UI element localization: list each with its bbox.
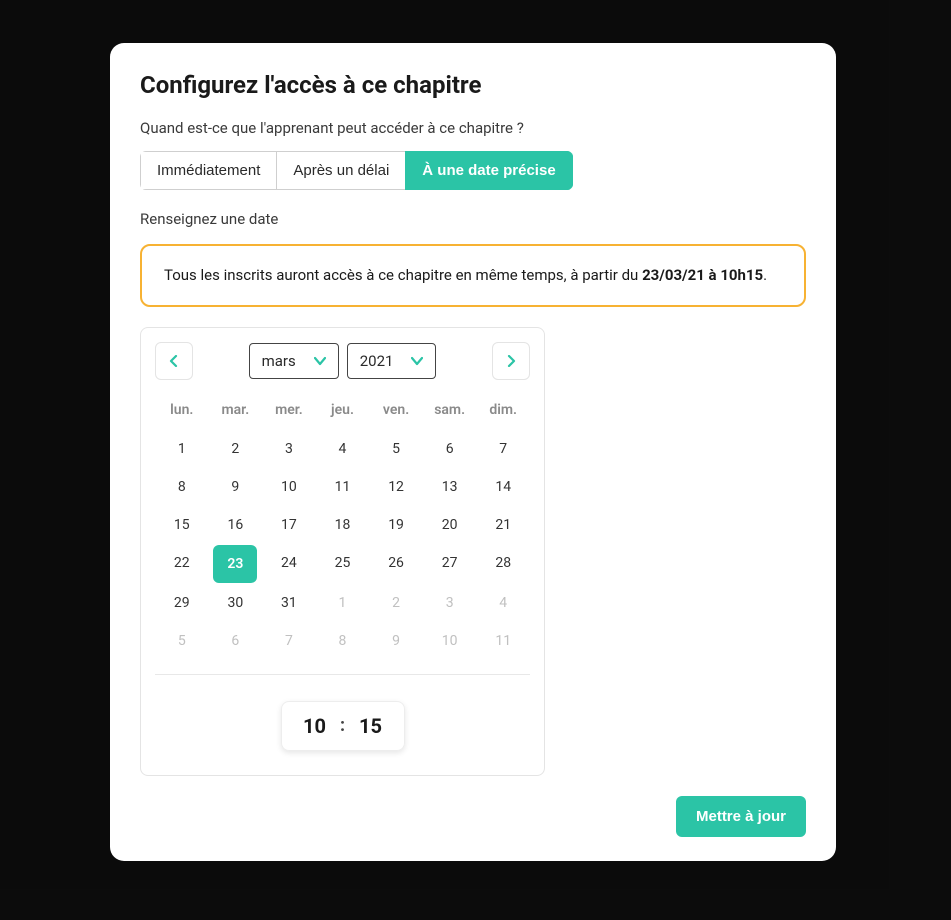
day-cell[interactable]: 10 bbox=[269, 469, 309, 505]
day-cell[interactable]: 15 bbox=[162, 507, 202, 543]
year-select[interactable]: 2021 bbox=[347, 343, 437, 379]
day-cell[interactable]: 23 bbox=[213, 545, 257, 583]
option-exact-date[interactable]: À une date précise bbox=[405, 151, 572, 190]
day-cell[interactable]: 31 bbox=[269, 585, 309, 621]
weekday-label: ven. bbox=[369, 402, 423, 418]
date-picker: mars 2021 lun. mar. mer. jeu. ven. sam. … bbox=[140, 327, 545, 776]
hour-value[interactable]: 10 bbox=[303, 714, 326, 738]
day-cell[interactable]: 27 bbox=[430, 545, 470, 581]
day-cell[interactable]: 9 bbox=[215, 469, 255, 505]
day-cell[interactable]: 6 bbox=[430, 431, 470, 467]
modal-title: Configurez l'accès à ce chapitre bbox=[140, 71, 806, 99]
day-cell[interactable]: 11 bbox=[322, 469, 362, 505]
prev-month-button[interactable] bbox=[155, 342, 193, 380]
day-cell[interactable]: 22 bbox=[162, 545, 202, 581]
option-after-delay[interactable]: Après un délai bbox=[276, 151, 406, 190]
chevron-left-icon bbox=[168, 355, 180, 367]
day-cell[interactable]: 12 bbox=[376, 469, 416, 505]
weekday-label: lun. bbox=[155, 402, 209, 418]
modal-question: Quand est-ce que l'apprenant peut accéde… bbox=[140, 119, 806, 137]
modal-actions: Mettre à jour bbox=[140, 796, 806, 837]
access-mode-segmented: Immédiatement Après un délai À une date … bbox=[140, 151, 573, 190]
day-cell[interactable]: 30 bbox=[215, 585, 255, 621]
weekday-header: lun. mar. mer. jeu. ven. sam. dim. bbox=[155, 402, 530, 418]
day-cell[interactable]: 1 bbox=[162, 431, 202, 467]
day-cell[interactable]: 13 bbox=[430, 469, 470, 505]
update-button[interactable]: Mettre à jour bbox=[676, 796, 806, 837]
option-immediate[interactable]: Immédiatement bbox=[140, 151, 277, 190]
day-cell[interactable]: 25 bbox=[322, 545, 362, 581]
day-cell[interactable]: 20 bbox=[430, 507, 470, 543]
date-subtitle: Renseignez une date bbox=[140, 210, 806, 228]
weekday-label: mer. bbox=[262, 402, 316, 418]
year-value: 2021 bbox=[360, 352, 394, 370]
day-cell[interactable]: 11 bbox=[483, 623, 523, 659]
chapter-access-modal: Configurez l'accès à ce chapitre Quand e… bbox=[110, 43, 836, 861]
day-cell[interactable]: 3 bbox=[430, 585, 470, 621]
time-separator: : bbox=[340, 715, 345, 736]
selected-date-info: Tous les inscrits auront accès à ce chap… bbox=[140, 244, 806, 307]
day-cell[interactable]: 4 bbox=[322, 431, 362, 467]
time-picker[interactable]: 10 : 15 bbox=[281, 701, 405, 751]
day-cell[interactable]: 4 bbox=[483, 585, 523, 621]
day-cell[interactable]: 26 bbox=[376, 545, 416, 581]
day-cell[interactable]: 2 bbox=[215, 431, 255, 467]
day-cell[interactable]: 21 bbox=[483, 507, 523, 543]
datepicker-header: mars 2021 bbox=[155, 342, 530, 380]
month-select[interactable]: mars bbox=[249, 343, 339, 379]
weekday-label: mar. bbox=[209, 402, 263, 418]
day-cell[interactable]: 16 bbox=[215, 507, 255, 543]
day-cell[interactable]: 7 bbox=[483, 431, 523, 467]
day-cell[interactable]: 9 bbox=[376, 623, 416, 659]
day-cell[interactable]: 2 bbox=[376, 585, 416, 621]
info-date-bold: 23/03/21 à 10h15 bbox=[642, 266, 763, 284]
day-cell[interactable]: 3 bbox=[269, 431, 309, 467]
day-cell[interactable]: 24 bbox=[269, 545, 309, 581]
day-cell[interactable]: 14 bbox=[483, 469, 523, 505]
day-cell[interactable]: 19 bbox=[376, 507, 416, 543]
chevron-down-icon bbox=[314, 356, 326, 366]
info-text-suffix: . bbox=[763, 266, 767, 284]
day-cell[interactable]: 17 bbox=[269, 507, 309, 543]
day-cell[interactable]: 5 bbox=[162, 623, 202, 659]
day-cell[interactable]: 1 bbox=[322, 585, 362, 621]
days-grid: 1234567891011121314151617181920212223242… bbox=[155, 430, 530, 660]
day-cell[interactable]: 5 bbox=[376, 431, 416, 467]
day-cell[interactable]: 8 bbox=[322, 623, 362, 659]
minute-value[interactable]: 15 bbox=[359, 714, 382, 738]
weekday-label: jeu. bbox=[316, 402, 370, 418]
month-year-selects: mars 2021 bbox=[249, 343, 437, 379]
day-cell[interactable]: 28 bbox=[483, 545, 523, 581]
weekday-label: dim. bbox=[476, 402, 530, 418]
day-cell[interactable]: 6 bbox=[215, 623, 255, 659]
day-cell[interactable]: 10 bbox=[430, 623, 470, 659]
info-text-prefix: Tous les inscrits auront accès à ce chap… bbox=[164, 266, 642, 284]
chevron-down-icon bbox=[411, 356, 423, 366]
day-cell[interactable]: 29 bbox=[162, 585, 202, 621]
weekday-label: sam. bbox=[423, 402, 477, 418]
next-month-button[interactable] bbox=[492, 342, 530, 380]
day-cell[interactable]: 8 bbox=[162, 469, 202, 505]
day-cell[interactable]: 7 bbox=[269, 623, 309, 659]
chevron-right-icon bbox=[505, 355, 517, 367]
datepicker-divider bbox=[155, 674, 530, 675]
month-value: mars bbox=[262, 352, 296, 370]
day-cell[interactable]: 18 bbox=[322, 507, 362, 543]
